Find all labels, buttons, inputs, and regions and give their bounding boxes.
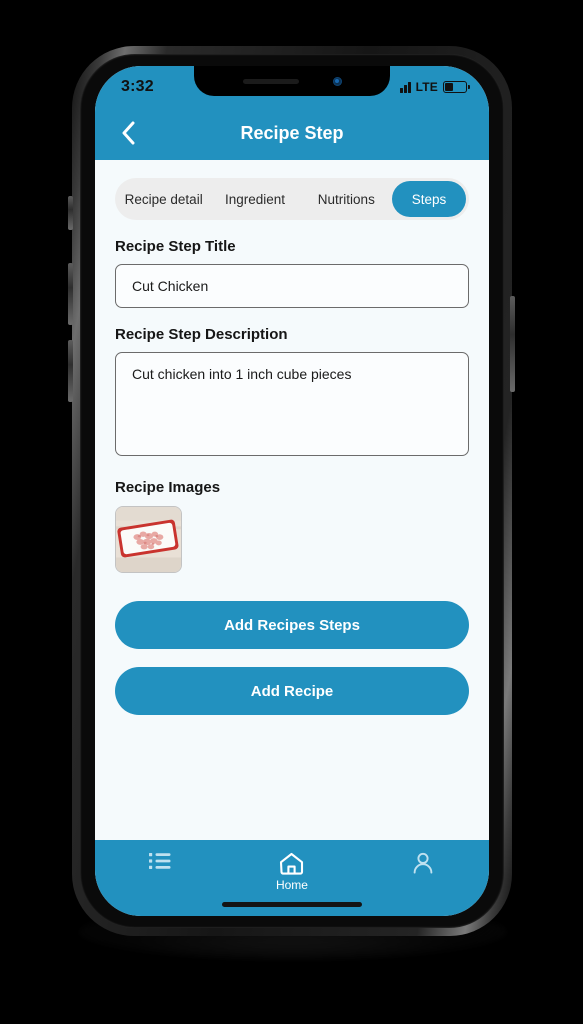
add-recipe-button[interactable]: Add Recipe — [115, 667, 469, 715]
main-content: Recipe detail Ingredient Nutritions Step… — [95, 160, 489, 860]
list-icon — [148, 853, 171, 869]
battery-icon — [443, 81, 470, 93]
status-bar-indicators: LTE — [400, 80, 470, 94]
recipe-step-description-input[interactable] — [115, 352, 469, 456]
volume-down-button[interactable] — [68, 340, 73, 402]
tab-ingredient[interactable]: Ingredient — [209, 181, 300, 217]
recipe-step-description-label: Recipe Step Description — [115, 326, 288, 343]
nav-item-home[interactable]: Home — [244, 852, 340, 892]
tab-steps[interactable]: Steps — [391, 181, 466, 217]
phone-screen: 3:32 LTE Recipe Step Recipe detail Ingre… — [95, 66, 489, 916]
bottom-navigation-bar: Home — [95, 840, 489, 916]
signal-bars-icon — [400, 81, 411, 93]
nav-item-list[interactable] — [113, 852, 209, 870]
volume-up-button[interactable] — [68, 263, 73, 325]
status-bar-time: 3:32 — [121, 78, 154, 95]
recipe-step-title-label: Recipe Step Title — [115, 238, 236, 255]
page-title: Recipe Step — [240, 122, 344, 143]
back-button[interactable] — [113, 118, 143, 148]
front-camera-icon — [332, 76, 342, 86]
power-button[interactable] — [510, 296, 515, 392]
nav-item-home-label: Home — [275, 878, 308, 892]
tab-bar: Recipe detail Ingredient Nutritions Step… — [115, 178, 469, 220]
chevron-left-icon — [122, 121, 134, 145]
nav-item-profile[interactable] — [375, 852, 471, 875]
recipe-image-thumbnail[interactable] — [115, 506, 182, 573]
silent-switch-button[interactable] — [68, 196, 73, 230]
tab-recipe-detail[interactable]: Recipe detail — [118, 181, 209, 217]
person-icon — [413, 852, 433, 874]
recipe-step-title-input[interactable] — [115, 264, 469, 308]
home-indicator[interactable] — [222, 902, 362, 907]
earpiece-speaker-icon — [242, 78, 299, 84]
add-recipes-steps-button[interactable]: Add Recipes Steps — [115, 601, 469, 649]
device-notch — [194, 66, 390, 96]
tab-nutritions[interactable]: Nutritions — [301, 181, 392, 217]
app-bar: Recipe Step — [95, 106, 489, 160]
recipe-images-label: Recipe Images — [115, 479, 221, 496]
network-type-label: LTE — [415, 80, 438, 94]
diced-chicken-image — [116, 507, 181, 572]
battery-fill — [445, 83, 454, 91]
home-icon — [280, 852, 304, 875]
